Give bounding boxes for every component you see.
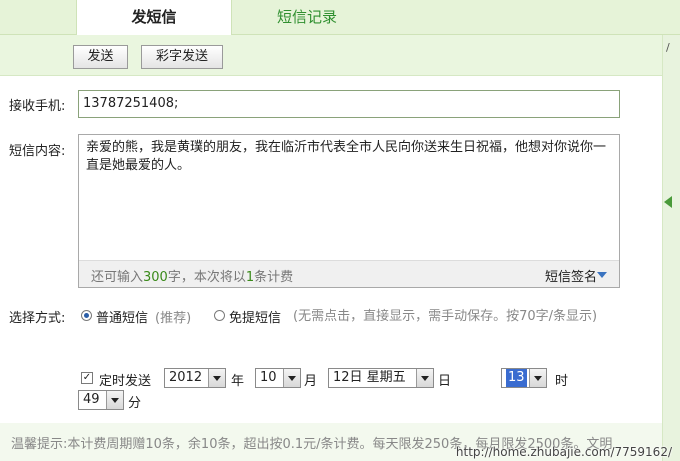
send-button[interactable]: 发送: [73, 45, 128, 69]
remain-count: 1: [245, 270, 255, 285]
minute-select[interactable]: 49: [78, 390, 124, 410]
hour-unit: 时: [555, 374, 569, 389]
content-textarea[interactable]: 亲爱的熊，我是黄璞的朋友，我在临沂市代表全市人民向你送来生日祝福，他想对你说你一…: [78, 134, 620, 288]
mode-flash-note: (无需点击，直接显示，需手动保存。按70字/条显示): [293, 309, 598, 324]
chevron-down-icon[interactable]: [106, 391, 123, 409]
remain-mid: 字，本次将以: [167, 270, 246, 285]
tab-send-sms[interactable]: 发短信: [76, 0, 232, 35]
hour-value: 13: [506, 369, 527, 387]
chevron-down-icon[interactable]: [529, 369, 546, 387]
collapse-arrow-icon[interactable]: [664, 196, 672, 208]
content-footer: 还可输入300字，本次将以1条计费 短信签名: [79, 260, 619, 287]
phone-label: 接收手机:: [9, 99, 66, 114]
signature-arrow-icon[interactable]: [597, 272, 607, 278]
remaining-counter: 还可输入300字，本次将以1条计费: [91, 266, 293, 285]
tab-bar: 发短信 短信记录: [0, 0, 680, 35]
month-select[interactable]: 10: [255, 368, 301, 388]
schedule-checkbox[interactable]: ✓: [81, 372, 93, 384]
day-unit: 日: [438, 374, 452, 389]
side-rail-mark: /: [666, 41, 670, 54]
month-value: 10: [260, 370, 277, 385]
chevron-down-icon[interactable]: [208, 369, 225, 387]
remain-prefix: 还可输入: [91, 270, 144, 285]
year-value: 2012: [169, 370, 203, 385]
mode-normal-radio[interactable]: [81, 310, 92, 321]
mode-flash-label[interactable]: 免提短信: [229, 307, 281, 326]
signature-dropdown[interactable]: 短信签名: [545, 266, 597, 285]
day-select[interactable]: 12日 星期五: [328, 368, 434, 388]
remain-chars: 300: [143, 270, 168, 285]
year-select[interactable]: 2012: [164, 368, 226, 388]
remain-suffix: 条计费: [254, 270, 294, 285]
watermark: http://home.zhubajie.com/7759162/: [455, 445, 672, 459]
toolbar: 发送 彩字发送: [0, 35, 662, 76]
month-unit: 月: [304, 374, 318, 389]
hour-select[interactable]: 13: [501, 368, 547, 388]
side-panel-rail[interactable]: /: [662, 35, 680, 461]
phone-input[interactable]: 13787251408;: [78, 90, 620, 118]
content-text[interactable]: 亲爱的熊，我是黄璞的朋友，我在临沂市代表全市人民向你送来生日祝福，他想对你说你一…: [86, 139, 612, 175]
chevron-down-icon[interactable]: [283, 369, 300, 387]
tab-sms-records[interactable]: 短信记录: [232, 0, 382, 34]
chevron-down-icon[interactable]: [416, 369, 433, 387]
color-send-button[interactable]: 彩字发送: [141, 45, 223, 69]
mode-normal-note: (推荐): [155, 311, 192, 326]
content-label: 短信内容:: [9, 144, 66, 159]
mode-flash-radio[interactable]: [214, 310, 225, 321]
day-value: 12日 星期五: [333, 370, 406, 385]
minute-value: 49: [83, 392, 100, 407]
minute-unit: 分: [128, 396, 142, 411]
mode-normal-label[interactable]: 普通短信: [96, 307, 148, 326]
mode-label: 选择方式:: [9, 311, 66, 326]
year-unit: 年: [231, 374, 245, 389]
schedule-label[interactable]: 定时发送: [99, 370, 151, 389]
